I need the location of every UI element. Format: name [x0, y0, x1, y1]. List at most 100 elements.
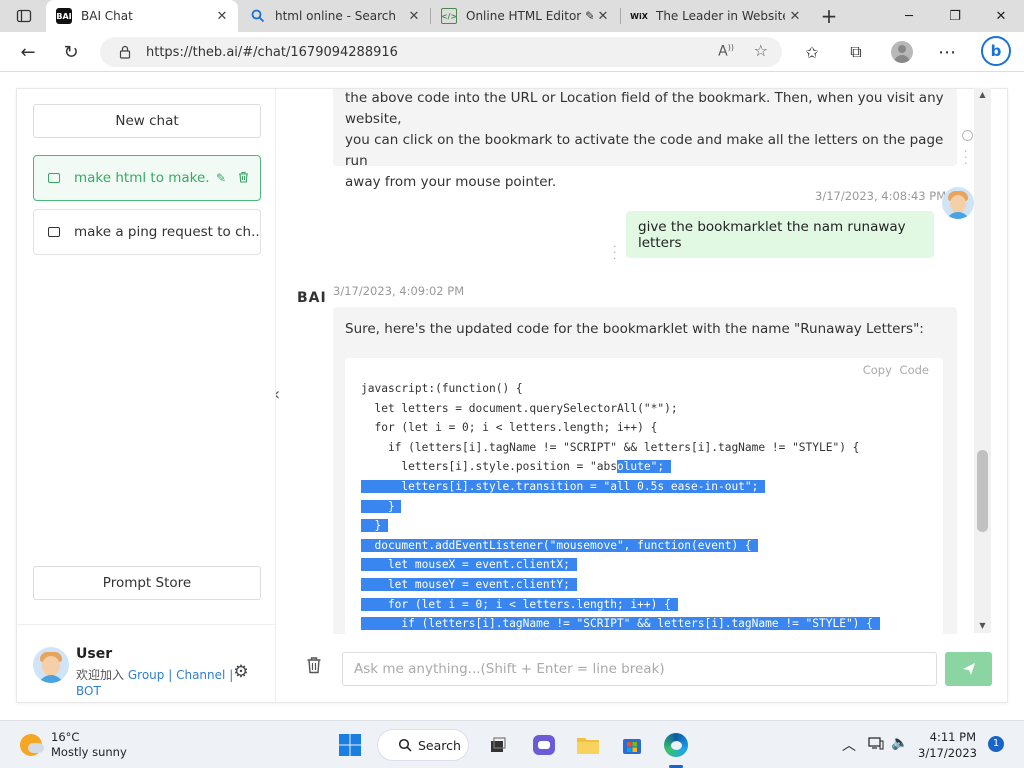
selected-code-text: let mouseY = event.clientY; [361, 577, 577, 591]
restore-icon[interactable]: ❐ [932, 0, 978, 32]
avatar[interactable] [33, 647, 69, 683]
code-text: let letters = document.querySelectorAll(… [361, 401, 678, 415]
code-line: letters[i].style.transition = "all 0.5s … [361, 477, 880, 497]
edit-pencil-icon[interactable]: ✎ [210, 171, 232, 185]
taskbar-search[interactable]: Search [377, 729, 469, 761]
windows-start-icon[interactable] [336, 731, 364, 759]
avatar [942, 187, 974, 219]
selected-code-text: document.addEventListener("mousemove", f… [361, 538, 759, 552]
prompt-store-button[interactable]: Prompt Store [33, 566, 261, 600]
channel-link[interactable]: Channel [176, 668, 225, 682]
scroll-down-arrow-icon[interactable]: ▼ [974, 619, 991, 633]
more-menu-icon[interactable]: ⋯ [934, 39, 960, 65]
code-line: document.addEventListener("mousemove", f… [361, 536, 880, 556]
edge-browser-icon[interactable] [662, 731, 690, 759]
collections-icon[interactable]: ⧉ [843, 39, 869, 65]
wix-favicon-icon: WiX [630, 11, 648, 21]
code-text: for (let i = 0; i < letters.length; i++)… [361, 421, 658, 435]
selected-code-text: letters[i].style.transition = "all 0.5s … [361, 479, 766, 493]
read-aloud-icon[interactable]: A)) [718, 43, 734, 60]
tab-bai-chat[interactable]: BAI BAI Chat ✕ [46, 0, 238, 32]
code-line: letters[i].style.position = "absolute"; [361, 457, 880, 477]
chat-item-active[interactable]: make html to make... ✎ [33, 155, 261, 201]
add-favorite-icon[interactable]: ☆ [754, 41, 768, 60]
send-button[interactable] [945, 652, 992, 686]
volume-icon[interactable]: 🔈 [891, 735, 908, 751]
scroll-up-arrow-icon[interactable]: ▲ [974, 88, 991, 102]
chat-input-row: Ask me anything...(Shift + Enter = line … [276, 634, 1007, 704]
url-field[interactable]: https://theb.ai/#/chat/1679094288916 A))… [100, 37, 782, 67]
user-message-text: give the bookmarklet the nam runaway let… [638, 218, 906, 251]
windows-taskbar: 16°C Mostly sunny Search ︿ 🔈 4:11 PM 3/1… [0, 720, 1024, 768]
code-line: for (let i = 0; i < letters.length; i++)… [361, 595, 880, 615]
chat-bubble-icon [48, 173, 60, 183]
back-arrow-icon[interactable]: ← [14, 38, 42, 66]
code-text: if (letters[i].tagName != "SCRIPT" && le… [361, 440, 860, 454]
bot-link[interactable]: BOT [76, 684, 101, 698]
tab-html-online-search[interactable]: html online - Search ✕ [240, 0, 430, 32]
url-text: https://theb.ai/#/chat/1679094288916 [146, 44, 398, 60]
refresh-icon[interactable]: ↻ [57, 38, 85, 66]
selected-code-text: for (let i = 0; i < letters.length; i++)… [361, 597, 678, 611]
task-view-icon[interactable] [484, 731, 512, 759]
taskbar-clock[interactable]: 4:11 PM 3/17/2023 [918, 729, 977, 761]
group-link[interactable]: Group [128, 668, 165, 682]
chat-item[interactable]: make a ping request to ch... [33, 209, 261, 255]
show-hidden-icons-chevron-icon[interactable]: ︿ [842, 735, 856, 755]
gear-icon[interactable]: ⚙ [231, 662, 251, 682]
more-options-icon[interactable]: · · · [613, 241, 617, 264]
message-line: the above code into the URL or Location … [345, 90, 944, 127]
weather-widget[interactable]: 16°C Mostly sunny [20, 730, 127, 760]
link-separator: | [168, 668, 173, 682]
code-text: letters[i].style.position = "abs [361, 460, 617, 474]
minimize-icon[interactable]: ─ [886, 0, 932, 32]
chat-input-field[interactable]: Ask me anything...(Shift + Enter = line … [342, 652, 937, 686]
code-line: if (letters[i].tagName != "SCRIPT" && le… [361, 438, 880, 458]
search-label: Search [418, 737, 461, 753]
profile-avatar-icon[interactable] [889, 39, 915, 65]
close-icon[interactable]: ✕ [212, 9, 232, 24]
collapse-sidebar-chevron-icon[interactable]: ‹ [276, 384, 280, 405]
microsoft-store-icon[interactable] [618, 731, 646, 759]
code-line: for (let i = 0; i < letters.length; i++)… [361, 418, 880, 438]
search-favicon-icon [250, 8, 266, 24]
new-chat-button[interactable]: New chat [33, 104, 261, 138]
selected-code-text: if (letters[i].tagName != "SCRIPT" && le… [361, 617, 880, 631]
clock-date: 3/17/2023 [918, 746, 977, 760]
sidebar: New chat make html to make... ✎ make a p… [17, 89, 276, 702]
code-line: let mouseX = event.clientX; [361, 555, 880, 575]
notification-badge[interactable]: 1 [988, 736, 1004, 752]
close-icon[interactable]: ✕ [593, 9, 613, 24]
page-scrollbar[interactable]: ▲ ▼ [974, 88, 991, 633]
lock-icon [119, 45, 131, 59]
copy-code-button[interactable]: Copy Code [863, 363, 929, 377]
close-icon[interactable]: ✕ [404, 9, 424, 24]
teams-chat-icon[interactable] [530, 731, 558, 759]
close-window-icon[interactable]: ✕ [978, 0, 1024, 32]
chat-messages: ‹ the above code into the URL or Locatio… [276, 89, 1007, 634]
tab-actions-icon[interactable] [10, 2, 38, 30]
regenerate-icon[interactable] [962, 130, 973, 141]
bing-chat-icon[interactable]: b [980, 35, 1012, 67]
scrollbar-thumb[interactable] [977, 450, 988, 532]
tab-online-html-editor[interactable]: </> Online HTML Editor ✎ | ✕ [431, 0, 619, 32]
delete-trash-icon[interactable] [232, 171, 254, 186]
file-explorer-icon[interactable] [574, 731, 602, 759]
tab-title: Online HTML Editor ✎ | [466, 9, 593, 23]
code-content: javascript:(function() { let letters = d… [361, 379, 880, 634]
bot-message-intro: Sure, here's the updated code for the bo… [345, 321, 924, 337]
message-timestamp: 3/17/2023, 4:08:43 PM [815, 189, 947, 203]
bai-chat-app: New chat make html to make... ✎ make a p… [16, 88, 1008, 703]
selected-code-text: olute"; [616, 460, 671, 474]
clock-time: 4:11 PM [929, 730, 976, 744]
more-options-icon[interactable]: · · · [964, 146, 968, 169]
network-icon[interactable] [868, 735, 884, 755]
tab-wix[interactable]: WiX The Leader in Website C ✕ [621, 0, 811, 32]
clear-chat-trash-icon[interactable] [303, 656, 325, 678]
user-links: 欢迎加入 Group | Channel | BOT [76, 667, 236, 699]
new-tab-icon[interactable]: + [815, 2, 843, 30]
close-icon[interactable]: ✕ [785, 9, 805, 24]
message-timestamp: 3/17/2023, 4:09:02 PM [333, 284, 465, 298]
selected-code-text: let mouseX = event.clientX; [361, 558, 577, 572]
favorites-icon[interactable]: ✩ [799, 39, 825, 65]
